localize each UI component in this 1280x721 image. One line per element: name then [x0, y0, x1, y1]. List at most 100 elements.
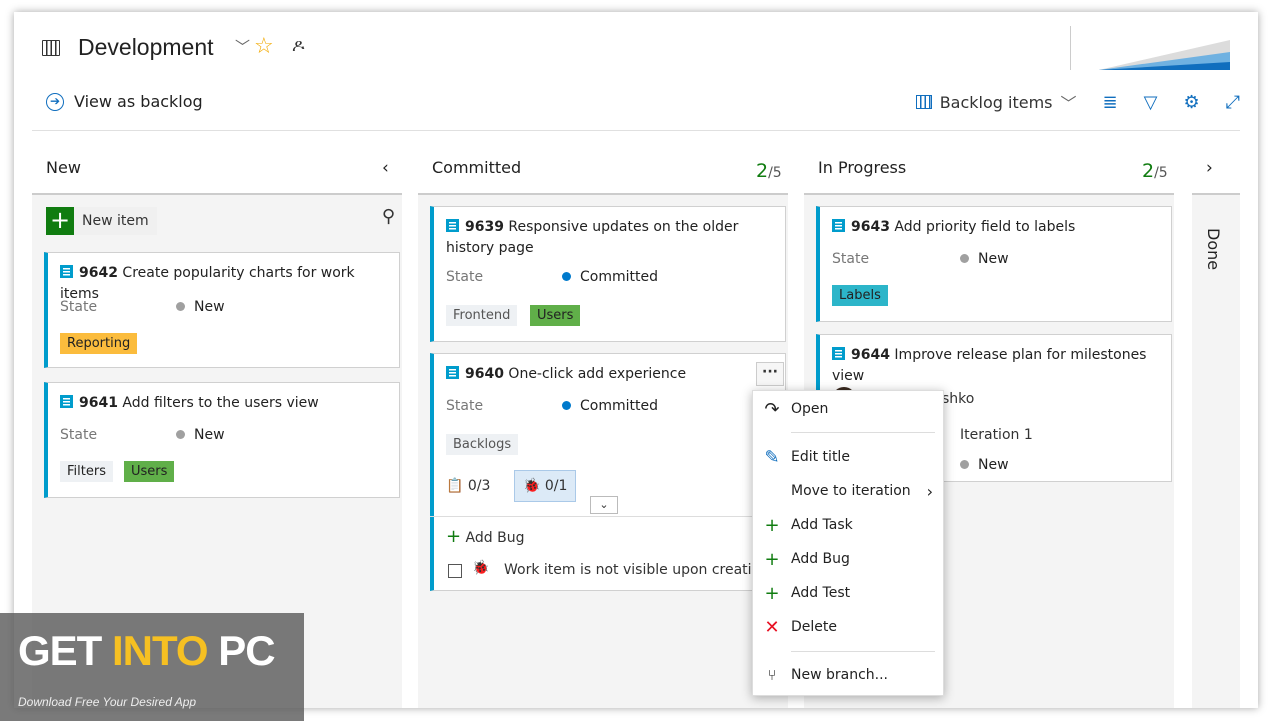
column-header-done[interactable]: Done	[1204, 228, 1223, 270]
state-dot-icon	[960, 254, 969, 263]
pencil-icon: ✎	[764, 446, 780, 468]
card-id: 9642	[79, 265, 118, 281]
column-header-new: New	[46, 158, 81, 177]
state-value[interactable]: Committed	[562, 269, 658, 285]
state-value[interactable]: Committed	[562, 398, 658, 414]
new-item-button[interactable]: + New item	[46, 207, 157, 235]
inprogress-wip-count: 2/5	[1142, 160, 1168, 182]
work-item-card-9642[interactable]: 9642 Create popularity charts for work i…	[44, 252, 400, 368]
menu-item-add-test[interactable]: + Add Test	[753, 579, 943, 607]
new-item-label: New item	[82, 213, 149, 229]
state-label: State	[832, 251, 870, 267]
backlog-item-icon	[446, 366, 459, 379]
bug-progress[interactable]: 🐞 0/1	[514, 470, 577, 502]
committed-wip-count: 2/5	[756, 160, 782, 182]
state-label: State	[446, 398, 484, 414]
favorite-star-icon[interactable]: ☆	[254, 34, 274, 59]
state-value[interactable]: New	[960, 457, 1009, 473]
velocity-chart-thumbnail[interactable]	[1070, 26, 1230, 70]
state-value[interactable]: New	[960, 251, 1009, 267]
backlog-level-label: Backlog items	[939, 92, 1053, 112]
backlog-grid-icon	[915, 95, 932, 109]
work-item-card-9639[interactable]: 9639 Responsive updates on the older his…	[430, 206, 786, 342]
state-dot-icon	[176, 302, 185, 311]
state-value[interactable]: New	[176, 299, 225, 315]
backlog-item-icon	[60, 265, 73, 278]
plus-icon: +	[764, 582, 780, 604]
board-title[interactable]: Development	[78, 34, 214, 61]
watermark-overlay: GET INTO PC Download Free Your Desired A…	[0, 613, 304, 721]
search-icon[interactable]: ⚲	[382, 206, 395, 227]
menu-item-edit-title[interactable]: ✎ Edit title	[753, 443, 943, 471]
state-dot-icon	[562, 401, 571, 410]
collapse-column-chevron-left-icon[interactable]: ‹	[382, 158, 389, 178]
settings-sliders-icon[interactable]: ≣	[1103, 92, 1118, 113]
menu-item-delete[interactable]: ✕ Delete	[753, 613, 943, 641]
add-bug-inline-button[interactable]: + Add Bug	[446, 526, 524, 547]
filter-icon[interactable]: ▽	[1144, 92, 1158, 113]
card-title[interactable]: Add priority field to labels	[894, 219, 1075, 235]
backlog-item-icon	[60, 395, 73, 408]
column-done-underline	[1192, 193, 1240, 195]
gear-icon[interactable]: ⚙	[1183, 92, 1199, 113]
state-label: State	[60, 427, 98, 443]
column-done-body	[1192, 195, 1240, 708]
work-item-card-9640[interactable]: 9640 One-click add experience ··· State …	[430, 353, 786, 591]
backlog-item-icon	[832, 347, 845, 360]
chevron-right-icon: ›	[926, 481, 933, 501]
view-as-backlog-link[interactable]: ➔ View as backlog	[46, 92, 203, 111]
task-progress[interactable]: 📋 0/3	[446, 478, 490, 494]
more-actions-ellipsis-icon[interactable]: ···	[756, 362, 784, 386]
iteration-value[interactable]: Iteration 1	[960, 427, 1033, 443]
bug-icon: 🐞	[472, 560, 490, 576]
watermark-logo-text: GET INTO PC	[18, 627, 276, 674]
backlog-level-selector[interactable]: Backlog items ﹀	[915, 90, 1077, 114]
plus-icon: +	[764, 514, 780, 536]
work-item-card-9641[interactable]: 9641 Add filters to the users view State…	[44, 382, 400, 498]
tag-filters: Filters	[60, 461, 113, 482]
menu-item-move-to-iteration[interactable]: Move to iteration ›	[753, 477, 943, 505]
card-divider	[430, 516, 785, 517]
kanban-board-window: Development ﹀ ☆ ዶ ➔ View as backlog Back…	[14, 12, 1258, 708]
view-as-backlog-label: View as backlog	[74, 92, 203, 111]
tag-users: Users	[124, 461, 175, 482]
work-item-card-9643[interactable]: 9643 Add priority field to labels State …	[816, 206, 1172, 322]
tag-users: Users	[530, 305, 581, 326]
arrow-circle-right-icon: ➔	[46, 92, 64, 111]
child-item-checkbox[interactable]	[448, 564, 462, 578]
state-label: State	[60, 299, 98, 315]
menu-item-add-task[interactable]: + Add Task	[753, 511, 943, 539]
column-inprogress-underline	[804, 193, 1174, 195]
child-item-title[interactable]: Work item is not visible upon creation	[504, 562, 769, 578]
column-new-underline	[32, 193, 402, 195]
backlog-item-icon	[832, 219, 845, 232]
menu-item-add-bug[interactable]: + Add Bug	[753, 545, 943, 573]
menu-item-new-branch[interactable]: ⑂ New branch...	[753, 661, 943, 689]
card-id: 9643	[851, 219, 890, 235]
card-title[interactable]: Add filters to the users view	[122, 395, 318, 411]
plus-icon: +	[446, 526, 462, 547]
tag-labels: Labels	[832, 285, 888, 306]
plus-icon: +	[764, 548, 780, 570]
menu-item-open[interactable]: ↷ Open	[753, 395, 943, 423]
chevron-down-icon[interactable]: ﹀	[235, 36, 250, 57]
team-members-icon[interactable]: ዶ	[292, 36, 304, 56]
chevron-down-icon: ﹀	[1060, 94, 1077, 113]
menu-separator	[791, 651, 935, 652]
delete-x-icon: ✕	[764, 616, 780, 638]
fullscreen-expand-icon[interactable]: ⤢	[1226, 92, 1240, 113]
column-header-committed: Committed	[432, 158, 522, 177]
state-dot-icon	[960, 460, 969, 469]
branch-icon: ⑂	[767, 666, 777, 684]
card-context-menu: ↷ Open ✎ Edit title Move to iteration › + Ad…	[752, 390, 944, 696]
state-value[interactable]: New	[176, 427, 225, 443]
expand-children-chevron-down-icon[interactable]: ⌄	[590, 496, 618, 514]
card-id: 9641	[79, 395, 118, 411]
assigned-to-value[interactable]: shko	[942, 391, 974, 407]
card-title[interactable]: One-click add experience	[508, 366, 686, 382]
card-id: 9640	[465, 366, 504, 382]
expand-done-chevron-right-icon[interactable]: ›	[1206, 158, 1213, 178]
task-clipboard-icon: 📋	[446, 478, 464, 494]
header-divider	[32, 130, 1240, 131]
backlog-item-icon	[446, 219, 459, 232]
